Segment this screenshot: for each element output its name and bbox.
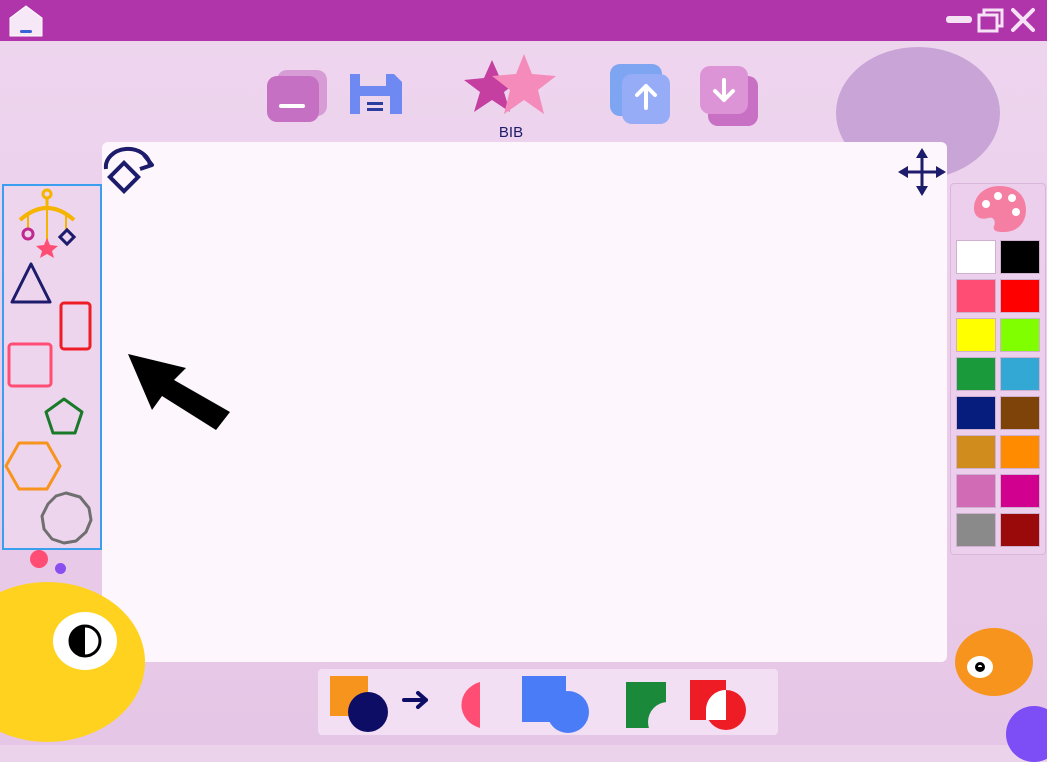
palette-icon [974,186,1026,232]
delete-icon[interactable] [265,66,331,124]
contrast-icon[interactable] [52,610,118,672]
eye-icon[interactable] [954,627,1034,699]
hexagon-shape[interactable] [4,440,62,492]
close-icon[interactable] [1010,7,1036,33]
decorative-corner-blob [1006,706,1047,762]
decagon-shape[interactable] [36,490,96,546]
decorative-dot [55,563,66,574]
restore-icon[interactable] [976,7,1006,35]
color-swatch[interactable] [956,279,996,313]
minimize-icon[interactable] [944,11,974,29]
color-swatch[interactable] [1000,513,1040,547]
color-swatch[interactable] [956,240,996,274]
color-swatch[interactable] [956,474,996,508]
color-swatch[interactable] [956,435,996,469]
move-icon[interactable] [896,146,948,198]
color-swatch[interactable] [1000,318,1040,352]
color-swatch[interactable] [1000,240,1040,274]
color-swatch[interactable] [956,357,996,391]
color-swatch[interactable] [1000,474,1040,508]
color-swatch[interactable] [1000,396,1040,430]
home-icon[interactable] [6,4,46,38]
toolbar-center-label: BIB [498,124,524,141]
union-shapes-tool[interactable] [520,676,596,734]
pointer-arrow-icon [128,354,230,430]
color-swatch[interactable] [956,396,996,430]
save-icon[interactable] [346,70,406,116]
square-shape[interactable] [6,340,54,390]
subtract-shapes-tool[interactable] [330,676,434,734]
arrow-down-icon[interactable] [696,64,764,130]
decorative-dot [30,550,48,568]
exclude-shapes-tool[interactable] [690,678,750,732]
triangle-shape[interactable] [8,260,54,306]
title-bar [0,0,1047,41]
half-shape-result[interactable] [450,680,484,730]
color-swatch[interactable] [1000,435,1040,469]
rectangle-shape[interactable] [58,300,94,352]
intersect-shapes-tool[interactable] [624,680,672,732]
pentagon-shape[interactable] [42,396,86,438]
color-swatch[interactable] [1000,357,1040,391]
color-swatch[interactable] [956,318,996,352]
color-swatch[interactable] [956,513,996,547]
color-swatch[interactable] [1000,279,1040,313]
rotate-icon[interactable] [100,145,158,201]
arrow-up-icon[interactable] [606,62,676,128]
mobile-icon[interactable] [14,188,80,260]
stars-icon[interactable] [462,52,562,122]
